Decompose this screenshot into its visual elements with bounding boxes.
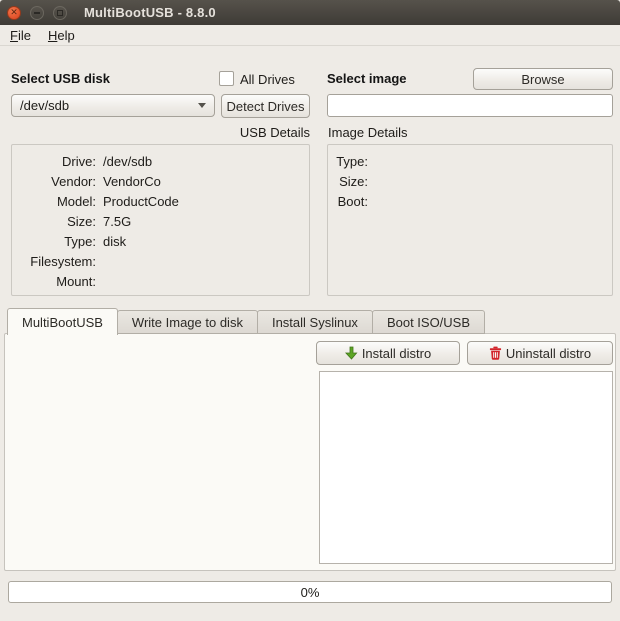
minimize-icon[interactable] xyxy=(30,6,44,20)
multibootusb-window: ✕ MultiBootUSB - 8.8.0 File Help Select … xyxy=(0,0,620,621)
usb-detail-row: Drive: /dev/sdb xyxy=(12,151,309,171)
usb-disk-selected-value: /dev/sdb xyxy=(20,98,192,113)
usb-detail-value: /dev/sdb xyxy=(103,154,152,169)
menu-file[interactable]: File xyxy=(8,26,38,45)
usb-detail-row: Vendor: VendorCo xyxy=(12,171,309,191)
browse-button[interactable]: Browse xyxy=(473,68,613,90)
install-distro-label: Install distro xyxy=(362,346,431,361)
select-image-label: Select image xyxy=(327,71,407,86)
usb-detail-label: Vendor: xyxy=(12,174,96,189)
image-detail-label: Size: xyxy=(328,174,368,189)
all-drives-checkbox[interactable] xyxy=(219,71,234,86)
maximize-glyph xyxy=(57,10,63,16)
tab-boot-iso-usb[interactable]: Boot ISO/USB xyxy=(372,310,485,334)
image-detail-row: Boot: xyxy=(328,191,612,211)
tabbar: MultiBootUSB Write Image to disk Install… xyxy=(7,310,484,334)
menu-help[interactable]: Help xyxy=(46,26,82,45)
red-trash-icon xyxy=(489,346,502,360)
usb-detail-value: disk xyxy=(103,234,126,249)
green-down-arrow-icon xyxy=(345,346,358,360)
usb-details-panel: Drive: /dev/sdb Vendor: VendorCo Model: … xyxy=(11,144,310,296)
image-detail-row: Type: xyxy=(328,151,612,171)
usb-detail-label: Drive: xyxy=(12,154,96,169)
image-detail-label: Boot: xyxy=(328,194,368,209)
usb-detail-label: Size: xyxy=(12,214,96,229)
usb-detail-value: ProductCode xyxy=(103,194,179,209)
maximize-icon[interactable] xyxy=(53,6,67,20)
usb-detail-row: Filesystem: xyxy=(12,251,309,271)
image-path-input[interactable] xyxy=(327,94,613,117)
minimize-glyph xyxy=(34,12,40,14)
progress-value: 0% xyxy=(301,585,320,600)
image-details-panel: Type: Size: Boot: xyxy=(327,144,613,296)
tab-multibootusb[interactable]: MultiBootUSB xyxy=(7,308,118,335)
install-distro-button[interactable]: Install distro xyxy=(316,341,460,365)
usb-detail-label: Filesystem: xyxy=(12,254,96,269)
image-details-title: Image Details xyxy=(328,125,407,140)
usb-detail-value: VendorCo xyxy=(103,174,161,189)
usb-detail-value: 7.5G xyxy=(103,214,131,229)
window-title: MultiBootUSB - 8.8.0 xyxy=(84,5,216,20)
usb-detail-label: Mount: xyxy=(12,274,96,289)
tab-install-syslinux[interactable]: Install Syslinux xyxy=(257,310,373,334)
installed-distros-list[interactable] xyxy=(319,371,613,564)
usb-detail-row: Size: 7.5G xyxy=(12,211,309,231)
progress-bar: 0% xyxy=(8,581,612,603)
multibootusb-tab-pane: Install distro Uninstall distro xyxy=(4,333,616,571)
usb-disk-select[interactable]: /dev/sdb xyxy=(11,94,215,117)
uninstall-distro-label: Uninstall distro xyxy=(506,346,591,361)
close-icon[interactable]: ✕ xyxy=(7,6,21,20)
uninstall-distro-button[interactable]: Uninstall distro xyxy=(467,341,613,365)
usb-details-title: USB Details xyxy=(11,125,310,140)
all-drives-label: All Drives xyxy=(240,72,295,87)
usb-detail-row: Type: disk xyxy=(12,231,309,251)
usb-detail-label: Type: xyxy=(12,234,96,249)
usb-detail-row: Model: ProductCode xyxy=(12,191,309,211)
usb-detail-label: Model: xyxy=(12,194,96,209)
detect-drives-button[interactable]: Detect Drives xyxy=(221,94,310,118)
menubar: File Help xyxy=(0,25,620,46)
chevron-down-icon xyxy=(198,103,206,108)
titlebar: ✕ MultiBootUSB - 8.8.0 xyxy=(0,0,620,25)
usb-detail-row: Mount: xyxy=(12,271,309,291)
tab-write-image-to-disk[interactable]: Write Image to disk xyxy=(117,310,258,334)
select-usb-disk-label: Select USB disk xyxy=(11,71,110,86)
image-detail-row: Size: xyxy=(328,171,612,191)
image-detail-label: Type: xyxy=(328,154,368,169)
